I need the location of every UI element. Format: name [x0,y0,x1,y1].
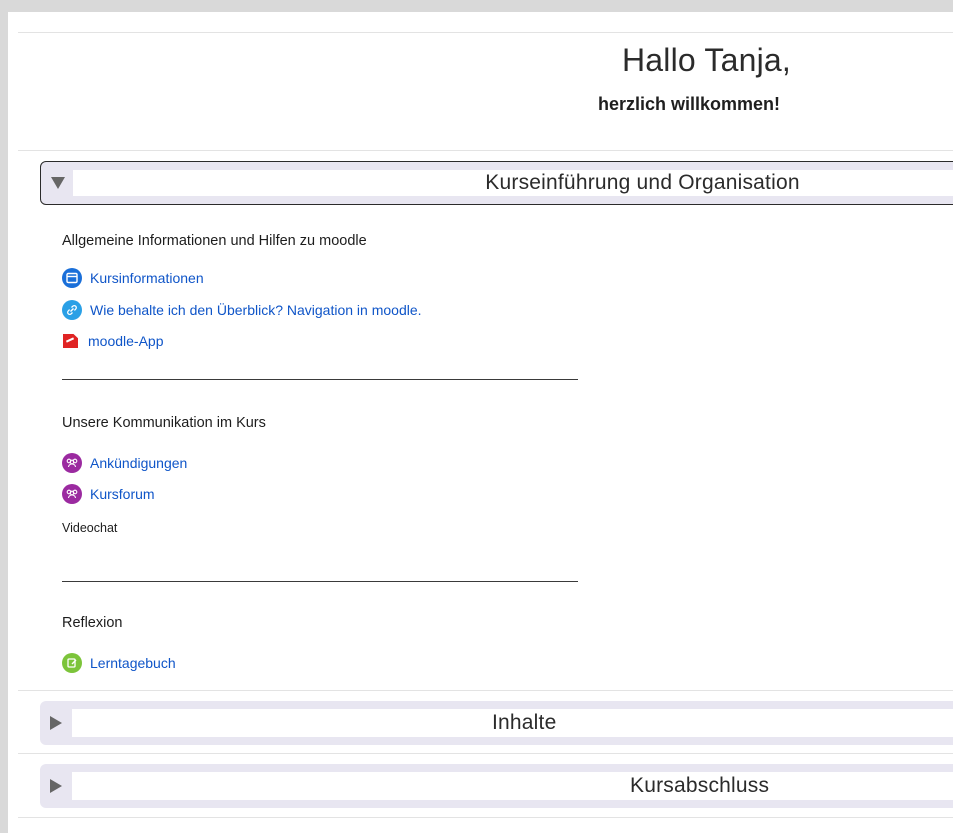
activity-ankuendigungen[interactable]: Ankündigungen [62,453,187,473]
section-toggle-kursabschluss[interactable]: Kursabschluss [40,764,953,808]
block-heading-kommunikation: Unsere Kommunikation im Kurs [62,415,266,431]
activity-label[interactable]: Lerntagebuch [90,655,176,671]
section-title: Inhalte [492,711,557,734]
section-divider [18,690,953,691]
activity-label[interactable]: Kursforum [90,486,155,502]
section-toggle-inhalte[interactable]: Inhalte [40,701,953,745]
activity-navigation-link[interactable]: Wie behalte ich den Überblick? Navigatio… [62,300,422,320]
link-icon [62,300,82,320]
separator-line [62,379,578,380]
forum-icon [62,484,82,504]
expand-triangle-icon[interactable] [50,779,62,793]
activity-moodle-app[interactable]: moodle-App [62,332,164,350]
block-heading-reflexion: Reflexion [62,615,123,631]
journal-icon [62,653,82,673]
course-page: Hallo Tanja, herzlich willkommen! Kursei… [8,12,953,833]
forum-icon [62,453,82,473]
welcome-subtitle: herzlich willkommen! [598,94,781,114]
activity-label[interactable]: Ankündigungen [90,455,187,471]
block-heading-allgemeine: Allgemeine Informationen und Hilfen zu m… [62,233,367,249]
expand-triangle-icon[interactable] [50,716,62,730]
section-title: Kurseinführung und Organisation [485,171,800,194]
activity-label[interactable]: moodle-App [88,333,164,349]
videochat-note: Videochat [62,521,118,535]
activity-lerntagebuch[interactable]: Lerntagebuch [62,653,176,673]
section-divider [18,817,953,818]
collapse-triangle-icon[interactable] [51,177,65,189]
activity-kursinformationen[interactable]: Kursinformationen [62,268,204,288]
header-divider-bottom [18,150,953,151]
activity-label[interactable]: Kursinformationen [90,270,204,286]
section-divider [18,753,953,754]
separator-line [62,581,578,582]
welcome-greeting: Hallo Tanja, [622,42,792,78]
pdf-icon [62,332,80,350]
page-icon [62,268,82,288]
section-title: Kursabschluss [630,774,770,797]
header-divider-top [18,32,953,33]
activity-kursforum[interactable]: Kursforum [62,484,155,504]
activity-label[interactable]: Wie behalte ich den Überblick? Navigatio… [90,302,422,318]
section-toggle-kurseinfuehrung[interactable]: Kurseinführung und Organisation [40,161,953,205]
